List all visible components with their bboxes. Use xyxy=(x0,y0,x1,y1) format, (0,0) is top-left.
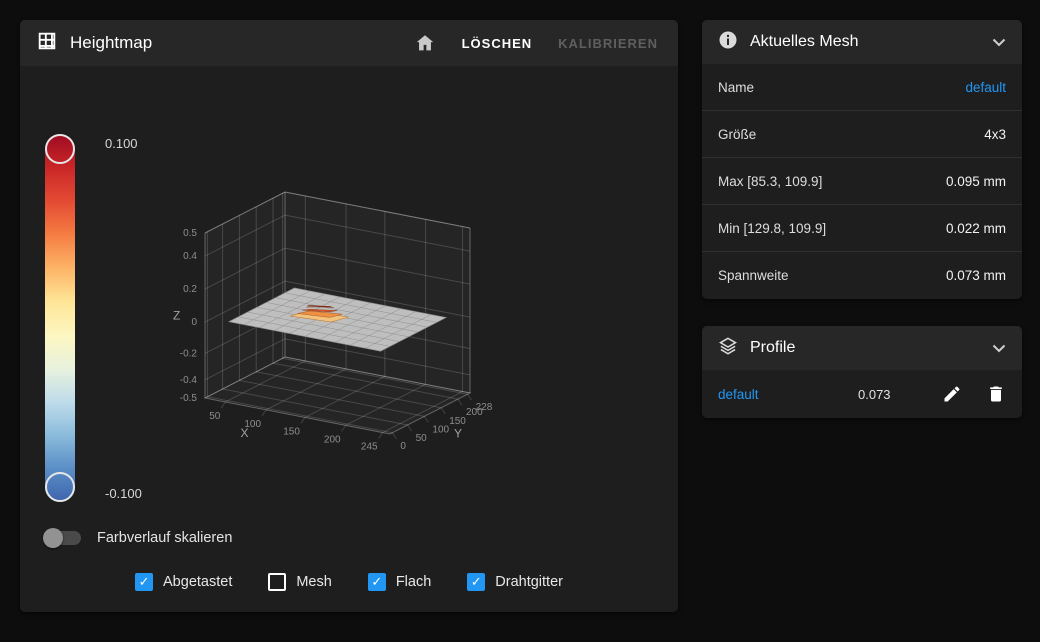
svg-text:0: 0 xyxy=(191,317,197,328)
scale-gradient-row: Farbverlauf skalieren xyxy=(43,528,233,548)
profile-name-link[interactable]: default xyxy=(718,387,858,402)
svg-text:Z: Z xyxy=(173,309,180,323)
row-label: Name xyxy=(718,79,755,95)
checkbox-flach[interactable]: ✓ Flach xyxy=(367,573,432,591)
svg-text:100: 100 xyxy=(432,424,449,435)
colorbar-min-label: -0.100 xyxy=(105,486,142,501)
mesh-row-name: Name default xyxy=(702,64,1022,111)
row-value: 0.073 mm xyxy=(945,268,1006,283)
current-mesh-title: Aktuelles Mesh xyxy=(750,33,859,50)
mesh-row-span: Spannweite 0.073 mm xyxy=(702,252,1022,299)
delete-button[interactable]: LÖSCHEN xyxy=(462,36,533,51)
svg-text:245: 245 xyxy=(361,442,378,453)
profiles-panel: Profile default 0.073 xyxy=(702,326,1022,418)
collapse-mesh-button[interactable] xyxy=(992,38,1006,47)
color-scale-bar xyxy=(45,134,75,502)
color-scale-bottom-cap xyxy=(45,472,75,502)
chevron-down-icon xyxy=(992,344,1006,352)
row-label: Spannweite xyxy=(718,268,789,283)
svg-text:X: X xyxy=(241,426,249,440)
row-label: Min [129.8, 109.9] xyxy=(718,220,827,236)
row-value: 0.022 mm xyxy=(945,220,1006,236)
display-options-row: ✓ Abgetastet ✓ Mesh ✓ Flach ✓ Drahtgitte… xyxy=(20,573,678,591)
heightmap-header: Heightmap LÖSCHEN KALIBRIEREN xyxy=(20,20,678,66)
pencil-icon xyxy=(944,386,960,402)
mesh-row-max: Max [85.3, 109.9] 0.095 mm xyxy=(702,158,1022,205)
edit-profile-button[interactable] xyxy=(942,384,962,404)
svg-text:50: 50 xyxy=(209,411,221,422)
checkbox-label: Mesh xyxy=(296,574,332,590)
home-button[interactable] xyxy=(414,32,436,54)
info-icon xyxy=(718,30,738,55)
current-mesh-panel: Aktuelles Mesh Name default Größe 4x3 Ma… xyxy=(702,20,1022,299)
checkbox-mesh[interactable]: ✓ Mesh xyxy=(268,573,332,591)
svg-text:150: 150 xyxy=(449,416,466,427)
trash-icon xyxy=(990,386,1002,402)
current-mesh-header: Aktuelles Mesh xyxy=(702,20,1022,64)
scale-gradient-toggle[interactable] xyxy=(43,528,81,548)
heightmap-actions: LÖSCHEN KALIBRIEREN xyxy=(414,32,662,54)
collapse-profiles-button[interactable] xyxy=(992,344,1006,353)
surface-plot[interactable]: 0.50.40.20-0.2-0.4-0.550100150200245 0501… xyxy=(165,186,595,476)
svg-text:0.4: 0.4 xyxy=(183,251,197,262)
svg-text:-0.4: -0.4 xyxy=(180,375,198,386)
svg-text:150: 150 xyxy=(283,426,300,437)
row-value: 4x3 xyxy=(984,126,1006,142)
checkbox-icon: ✓ xyxy=(467,573,486,591)
home-icon xyxy=(416,35,433,51)
row-label: Max [85.3, 109.9] xyxy=(718,173,823,189)
heightmap-grid-icon xyxy=(36,30,58,57)
svg-text:-0.5: -0.5 xyxy=(180,393,198,404)
profiles-title: Profile xyxy=(750,339,796,356)
app-root: Heightmap LÖSCHEN KALIBRIEREN 0.100 -0.1… xyxy=(0,0,1040,642)
svg-text:-0.2: -0.2 xyxy=(180,348,198,359)
checkbox-icon: ✓ xyxy=(135,573,154,591)
svg-text:50: 50 xyxy=(416,433,428,444)
checkbox-icon: ✓ xyxy=(367,573,386,591)
scale-gradient-label: Farbverlauf skalieren xyxy=(97,530,233,546)
svg-text:200: 200 xyxy=(324,434,341,445)
delete-profile-button[interactable] xyxy=(986,384,1006,404)
checkbox-label: Drahtgitter xyxy=(495,574,563,590)
svg-text:0.5: 0.5 xyxy=(183,228,197,239)
right-column: Aktuelles Mesh Name default Größe 4x3 Ma… xyxy=(702,20,1022,418)
checkbox-drahtgitter[interactable]: ✓ Drahtgitter xyxy=(467,573,563,591)
svg-text:228: 228 xyxy=(476,402,493,413)
svg-text:Y: Y xyxy=(454,427,462,441)
profile-row-default: default 0.073 xyxy=(702,370,1022,418)
heightmap-body: 0.100 -0.100 0.5 0.4 0.2 0 -0.2 -0.4 -0.5 50 100… xyxy=(20,66,678,612)
svg-text:0: 0 xyxy=(400,441,406,452)
row-value: default xyxy=(965,79,1006,95)
calibrate-button[interactable]: KALIBRIEREN xyxy=(558,36,658,51)
svg-text:0.2: 0.2 xyxy=(183,284,197,295)
checkbox-label: Abgetastet xyxy=(163,574,233,590)
chevron-down-icon xyxy=(992,38,1006,46)
checkbox-abgetastet[interactable]: ✓ Abgetastet xyxy=(135,573,232,591)
profiles-header: Profile xyxy=(702,326,1022,370)
layers-icon xyxy=(718,336,738,361)
checkbox-icon: ✓ xyxy=(268,573,287,591)
toggle-knob-icon xyxy=(43,528,63,548)
row-value: 0.095 mm xyxy=(945,173,1006,189)
heightmap-title: Heightmap xyxy=(70,33,153,52)
color-scale-top-cap xyxy=(45,134,75,164)
profile-range-value: 0.073 xyxy=(858,386,891,402)
mesh-row-min: Min [129.8, 109.9] 0.022 mm xyxy=(702,205,1022,252)
mesh-row-size: Größe 4x3 xyxy=(702,111,1022,158)
colorbar-max-label: 0.100 xyxy=(105,136,138,151)
profile-actions xyxy=(942,384,1006,404)
row-label: Größe xyxy=(718,126,757,142)
heightmap-panel: Heightmap LÖSCHEN KALIBRIEREN 0.100 -0.1… xyxy=(20,20,678,612)
checkbox-label: Flach xyxy=(395,574,432,590)
